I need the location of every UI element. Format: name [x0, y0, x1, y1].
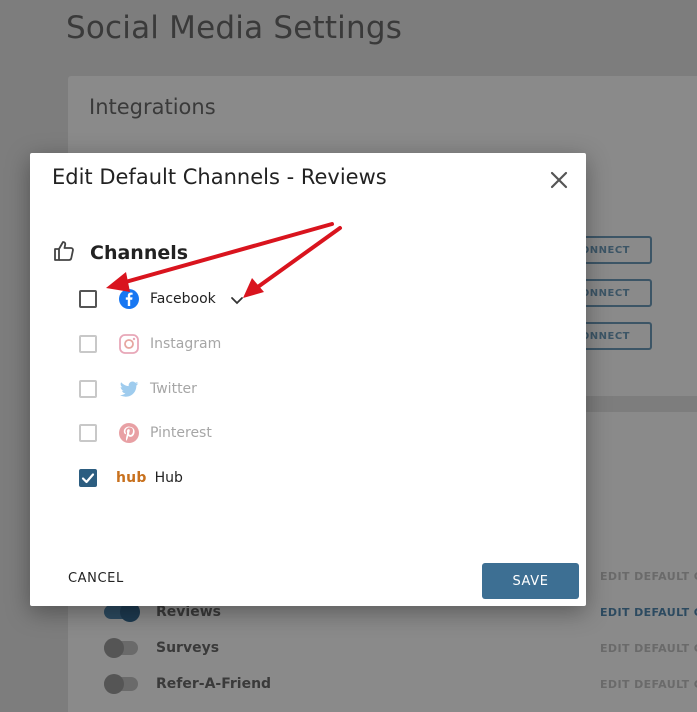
feature-label: Surveys: [156, 640, 220, 656]
feature-label: Reviews: [156, 604, 221, 620]
save-button[interactable]: SAVE: [482, 563, 579, 599]
feature-row-refer-a-friend: Refer-A-Friend: [104, 674, 271, 694]
channel-label: Instagram: [150, 336, 222, 352]
channel-row-pinterest: Pinterest: [79, 419, 212, 447]
hub-logo: hub: [116, 470, 147, 486]
channel-label: Hub: [154, 470, 183, 486]
channels-title: Channels: [90, 242, 189, 264]
checkmark-icon: [81, 473, 95, 484]
refer-a-friend-toggle[interactable]: [104, 674, 138, 694]
chevron-down-icon[interactable]: [230, 292, 244, 306]
channel-label: Facebook: [150, 291, 216, 307]
cancel-button[interactable]: CANCEL: [56, 565, 136, 592]
edit-default-channels-link[interactable]: EDIT DEFAULT CHANNELS: [600, 606, 697, 619]
dialog-title: Edit Default Channels - Reviews: [52, 165, 387, 189]
close-icon[interactable]: [548, 169, 570, 191]
instagram-icon: [118, 333, 140, 355]
page-title: Social Media Settings: [66, 10, 403, 46]
integrations-title: Integrations: [89, 95, 216, 119]
edit-default-channels-link[interactable]: EDIT DEFAULT CHANNELS: [600, 678, 697, 691]
pinterest-checkbox[interactable]: [79, 424, 97, 442]
channel-row-twitter: Twitter: [79, 375, 197, 403]
twitter-checkbox[interactable]: [79, 380, 97, 398]
channels-section-header: Channels: [52, 239, 188, 267]
feature-label: Refer-A-Friend: [156, 676, 272, 692]
edit-default-channels-link[interactable]: EDIT DEFAULT CHANNELS: [600, 570, 697, 583]
channel-label: Pinterest: [150, 425, 212, 441]
pinterest-icon: [118, 422, 140, 444]
edit-channels-dialog: Edit Default Channels - Reviews Channels…: [30, 153, 586, 606]
channel-label: Twitter: [150, 381, 197, 397]
channel-row-facebook: Facebook: [79, 285, 244, 313]
instagram-checkbox[interactable]: [79, 335, 97, 353]
feature-row-surveys: Surveys: [104, 638, 219, 658]
surveys-toggle[interactable]: [104, 638, 138, 658]
thumbs-up-icon: [52, 239, 76, 267]
channel-row-hub: hub Hub: [79, 464, 183, 492]
reviews-toggle[interactable]: [104, 602, 140, 622]
edit-default-channels-link[interactable]: EDIT DEFAULT CHANNELS: [600, 642, 697, 655]
channel-row-instagram: Instagram: [79, 330, 221, 358]
hub-checkbox[interactable]: [79, 469, 97, 487]
facebook-icon: [118, 288, 140, 310]
facebook-checkbox[interactable]: [79, 290, 97, 308]
twitter-icon: [118, 378, 140, 400]
